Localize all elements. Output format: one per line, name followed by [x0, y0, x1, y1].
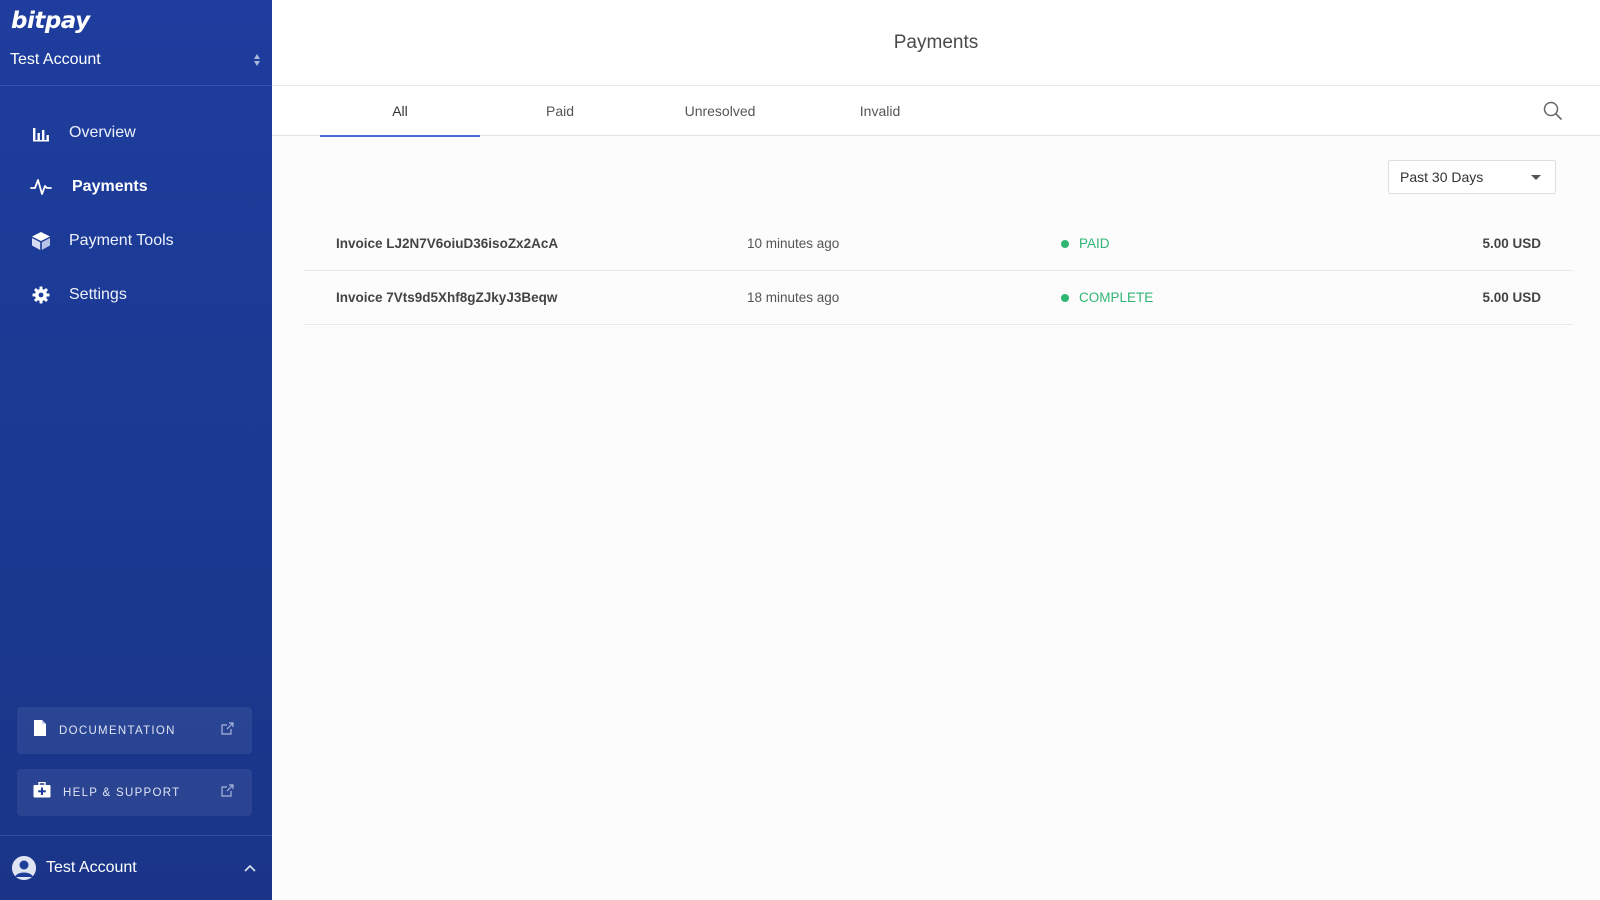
- activity-pulse-icon: [30, 176, 52, 198]
- account-switcher-label: Test Account: [10, 51, 101, 68]
- sidebar-item-settings[interactable]: Settings: [0, 268, 272, 322]
- sidebar-item-label: Payments: [72, 178, 148, 195]
- caret-down-icon: [1531, 174, 1541, 180]
- sidebar-item-label: Payment Tools: [69, 232, 174, 249]
- user-name: Test Account: [46, 859, 137, 876]
- avatar: [12, 856, 36, 880]
- date-range-select[interactable]: Past 30 Days: [1388, 160, 1556, 194]
- account-switcher[interactable]: Test Account: [10, 48, 260, 72]
- invoice-id: Invoice LJ2N7V6oiuD36isoZx2AcA: [336, 236, 559, 251]
- tab-bar: All Paid Unresolved Invalid: [272, 86, 1600, 137]
- payment-row[interactable]: Invoice 7Vts9d5Xhf8gZJkyJ3Beqw 18 minute…: [304, 271, 1573, 325]
- tab-all[interactable]: All: [320, 86, 480, 137]
- sort-arrows-icon: [254, 54, 260, 66]
- page-title: Payments: [893, 31, 979, 53]
- payment-amount: 5.00 USD: [1482, 236, 1541, 251]
- user-menu[interactable]: Test Account: [0, 835, 272, 900]
- date-range-value: Past 30 Days: [1400, 169, 1484, 185]
- payment-row[interactable]: Invoice LJ2N7V6oiuD36isoZx2AcA 10 minute…: [304, 217, 1573, 271]
- bar-chart-icon: [30, 122, 52, 144]
- invoice-id: Invoice 7Vts9d5Xhf8gZJkyJ3Beqw: [336, 290, 558, 305]
- status-badge: PAID: [1061, 236, 1110, 251]
- payments-list: Invoice LJ2N7V6oiuD36isoZx2AcA 10 minute…: [304, 217, 1573, 325]
- sidebar-divider: [0, 85, 272, 86]
- payment-time: 18 minutes ago: [747, 290, 840, 305]
- status-text: COMPLETE: [1079, 290, 1154, 305]
- tab-invalid[interactable]: Invalid: [800, 86, 960, 136]
- sidebar-item-label: Overview: [69, 124, 136, 141]
- gear-icon: [30, 284, 52, 306]
- status-dot-icon: [1061, 293, 1069, 302]
- sidebar-item-payment-tools[interactable]: Payment Tools: [0, 214, 272, 268]
- search-icon[interactable]: [1542, 100, 1564, 122]
- chevron-up-icon: [244, 859, 256, 877]
- document-icon: [33, 719, 47, 742]
- first-aid-kit-icon: [33, 781, 51, 803]
- status-text: PAID: [1079, 236, 1110, 251]
- page-header: Payments: [272, 0, 1600, 86]
- help-support-button[interactable]: HELP & SUPPORT: [17, 769, 252, 816]
- main-content: Payments All Paid Unresolved Invalid Pas…: [272, 0, 1600, 900]
- sidebar-item-payments[interactable]: Payments: [0, 160, 272, 214]
- sidebar-item-overview[interactable]: Overview: [0, 106, 272, 160]
- payment-time: 10 minutes ago: [747, 236, 840, 251]
- status-dot-icon: [1061, 239, 1069, 248]
- tab-unresolved[interactable]: Unresolved: [640, 86, 800, 136]
- documentation-label: DOCUMENTATION: [59, 724, 176, 737]
- external-link-icon: [221, 783, 234, 802]
- sidebar-item-label: Settings: [69, 286, 127, 303]
- external-link-icon: [221, 721, 234, 740]
- documentation-button[interactable]: DOCUMENTATION: [17, 707, 252, 754]
- bitpay-logo[interactable]: bitpay: [11, 8, 90, 34]
- help-support-label: HELP & SUPPORT: [63, 786, 181, 799]
- payment-amount: 5.00 USD: [1482, 290, 1541, 305]
- tab-paid[interactable]: Paid: [480, 86, 640, 136]
- cube-icon: [30, 230, 52, 252]
- sidebar: bitpay Test Account Overview Payments Pa…: [0, 0, 272, 900]
- sidebar-nav: Overview Payments Payment Tools Settings: [0, 106, 272, 322]
- status-badge: COMPLETE: [1061, 290, 1153, 305]
